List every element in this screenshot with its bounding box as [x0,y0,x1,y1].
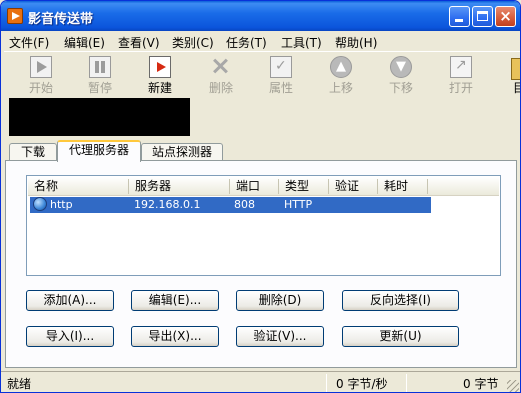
delete-button[interactable]: 删除(D) [236,290,324,311]
move-down-button[interactable]: 下移 [372,53,430,95]
folder-icon[interactable] [511,58,520,80]
open-label: 打开 [448,81,473,95]
globe-icon [33,197,47,211]
move-up-button[interactable]: 上移 [312,53,370,95]
move-up-label: 上移 [328,81,353,95]
status-divider [406,374,407,392]
properties-label: 属性 [268,81,293,95]
proxy-type: HTTP [284,198,313,211]
close-icon: × [499,7,512,25]
delete-label: 删除 [208,81,233,95]
toolbar: 开始 暂停 新建 删除 属性 上移 下移 打开 目 [4,51,520,95]
verify-button[interactable]: 验证(V)... [236,326,324,347]
close-button[interactable]: × [495,6,516,27]
status-bar: 就绪 0 字节/秒 0 字节 [1,371,520,392]
start-button[interactable]: 开始 [12,53,70,95]
window-title: 影音传送带 [28,12,94,27]
minimize-button[interactable] [449,6,470,27]
new-button[interactable]: 新建 [131,53,189,95]
column-server[interactable]: 服务器 [129,179,230,194]
status-divider [326,374,327,392]
minimize-icon [455,19,463,22]
maximize-icon [477,11,488,21]
arrow-up-icon [330,56,352,78]
table-row[interactable]: http 192.168.0.1 808 HTTP [30,197,431,213]
pause-label: 暂停 [87,81,112,95]
app-icon[interactable] [7,8,23,24]
new-task-icon [149,56,171,78]
tab-site-detector[interactable]: 站点探测器 [141,143,223,161]
menu-edit[interactable]: 编辑(E) [64,34,105,51]
play-icon [30,56,52,78]
properties-button[interactable]: 属性 [252,53,310,95]
main-window: 影音传送带 × 文件(F) 编辑(E) 查看(V) 类别(C) 任务(T) 工具… [0,0,521,393]
open-button[interactable]: 打开 [432,53,490,95]
menu-file[interactable]: 文件(F) [9,34,49,51]
column-port[interactable]: 端口 [230,179,279,194]
arrow-down-icon [390,56,412,78]
tab-download[interactable]: 下载 [9,143,57,161]
menu-category[interactable]: 类别(C) [172,34,214,51]
move-down-label: 下移 [388,81,413,95]
import-button[interactable]: 导入(I)... [26,326,114,347]
proxy-port: 808 [234,198,255,211]
properties-icon [270,56,292,78]
start-label: 开始 [28,81,53,95]
partial-toolbar-label: 目 [513,79,520,96]
column-auth[interactable]: 验证 [329,179,378,194]
pause-button[interactable]: 暂停 [71,53,129,95]
tab-strip: 下载 代理服务器 站点探测器 [1,139,520,162]
export-button[interactable]: 导出(X)... [131,326,219,347]
edit-button[interactable]: 编辑(E)... [131,290,219,311]
proxy-name: http [50,198,73,211]
add-button[interactable]: 添加(A)... [26,290,114,311]
menu-view[interactable]: 查看(V) [118,34,160,51]
menu-help[interactable]: 帮助(H) [335,34,377,51]
status-text: 就绪 [7,377,32,391]
proxy-list[interactable]: 名称 服务器 端口 类型 验证 耗时 http 192.168.0.1 808 … [26,175,501,276]
transfer-speed: 0 字节/秒 [336,377,388,391]
title-bar[interactable]: 影音传送带 × [1,1,520,31]
resize-grip-icon[interactable] [507,380,519,392]
pause-icon [89,56,111,78]
proxy-server: 192.168.0.1 [134,198,201,211]
column-time[interactable]: 耗时 [378,179,428,194]
column-name[interactable]: 名称 [28,179,129,194]
delete-toolbar-button[interactable]: 删除 [192,53,250,95]
maximize-button[interactable] [472,6,493,27]
new-label: 新建 [147,81,172,95]
list-header: 名称 服务器 端口 类型 验证 耗时 [28,177,499,196]
preview-panel [9,98,190,136]
menu-bar: 文件(F) 编辑(E) 查看(V) 类别(C) 任务(T) 工具(T) 帮助(H… [1,31,520,51]
tab-proxy-servers[interactable]: 代理服务器 [57,140,141,162]
column-type[interactable]: 类型 [279,179,329,194]
delete-icon [210,56,232,78]
proxy-panel: 名称 服务器 端口 类型 验证 耗时 http 192.168.0.1 808 … [5,160,517,368]
update-button[interactable]: 更新(U) [342,326,459,347]
transfer-total: 0 字节 [463,377,499,391]
menu-tools[interactable]: 工具(T) [281,34,322,51]
open-folder-icon [450,56,472,78]
invert-select-button[interactable]: 反向选择(I) [342,290,459,311]
menu-task[interactable]: 任务(T) [226,34,267,51]
